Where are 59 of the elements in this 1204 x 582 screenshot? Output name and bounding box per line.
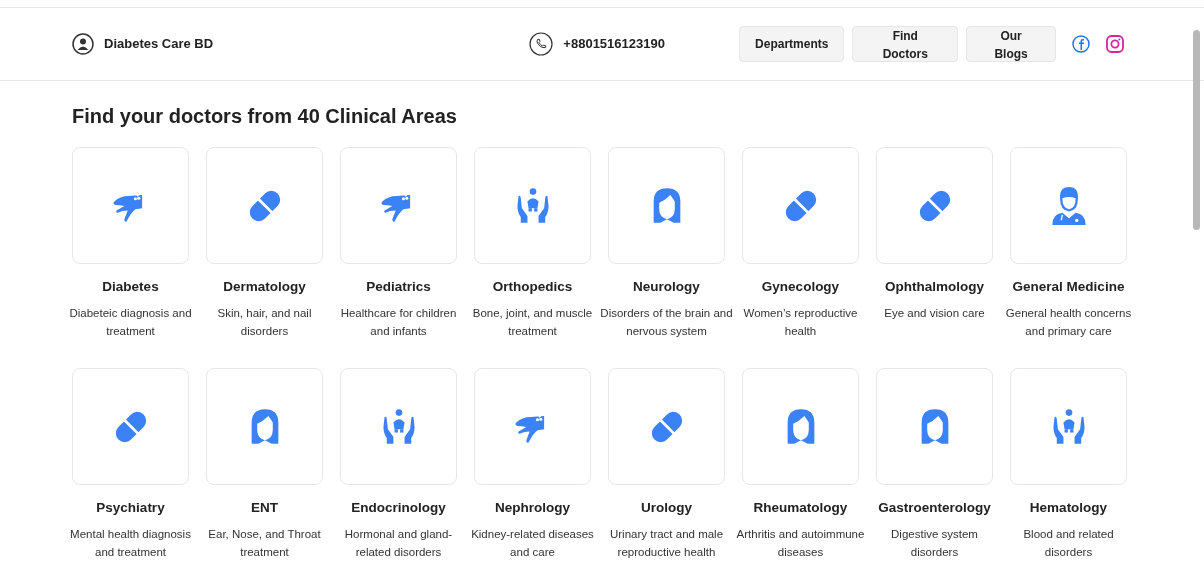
category-card[interactable] xyxy=(206,368,323,485)
category-name: Gynecology xyxy=(761,278,840,296)
category-description: General health concerns and primary care xyxy=(1004,306,1133,339)
category-card[interactable] xyxy=(206,147,323,264)
category-card[interactable] xyxy=(608,368,725,485)
nav-button[interactable]: Our Blogs xyxy=(966,26,1056,62)
user-icon xyxy=(72,33,94,55)
category-name: Endocrinology xyxy=(351,499,446,517)
category-card[interactable] xyxy=(1010,368,1127,485)
category-card[interactable] xyxy=(474,147,591,264)
category-description: Arthritis and autoimmune diseases xyxy=(735,527,866,560)
instagram-icon[interactable] xyxy=(1106,35,1124,53)
phone-icon xyxy=(529,32,554,56)
category-description: Blood and related disorders xyxy=(1022,527,1115,560)
nav-button[interactable]: Departments xyxy=(739,26,845,62)
category-name: ENT xyxy=(251,499,278,517)
category-name: Rheumatology xyxy=(753,499,848,517)
category-card[interactable] xyxy=(340,368,457,485)
category-name: Hematology xyxy=(1029,499,1108,517)
category-description: Hormonal and gland-related disorders xyxy=(343,527,454,560)
category-name: Pediatrics xyxy=(366,278,431,296)
nav-button[interactable]: Find Doctors xyxy=(852,26,959,62)
phone-number[interactable]: +8801516123190 xyxy=(563,34,665,54)
category-description: Bone, joint, and muscle treatment xyxy=(471,306,594,339)
category-card[interactable] xyxy=(72,368,189,485)
category-card[interactable] xyxy=(876,368,993,485)
category-card[interactable] xyxy=(474,368,591,485)
category-description: Kidney-related diseases and care xyxy=(470,527,595,560)
facebook-icon[interactable] xyxy=(1072,35,1090,53)
category-name: Ophthalmology xyxy=(885,278,984,296)
category-card[interactable] xyxy=(608,147,725,264)
category-card[interactable] xyxy=(1010,147,1127,264)
category-name: Nephrology xyxy=(495,499,570,517)
category-name: Neurology xyxy=(633,278,700,296)
category-name: General Medicine xyxy=(1012,278,1125,296)
category-description: Women’s reproductive health xyxy=(742,306,859,339)
scrollbar[interactable] xyxy=(1193,30,1200,230)
category-description: Healthcare for children and infants xyxy=(339,306,458,339)
page-heading: Find your doctors from 40 Clinical Areas xyxy=(72,104,458,129)
category-card[interactable] xyxy=(742,368,859,485)
category-description: Eye and vision care xyxy=(883,306,986,321)
category-card[interactable] xyxy=(72,147,189,264)
category-name: Orthopedics xyxy=(492,278,573,296)
category-card[interactable] xyxy=(340,147,457,264)
category-description: Skin, hair, and nail disorders xyxy=(216,306,313,339)
category-name: Dermatology xyxy=(223,278,306,296)
category-description: Digestive system disorders xyxy=(890,527,979,560)
category-name: Urology xyxy=(641,499,692,517)
category-card[interactable] xyxy=(742,147,859,264)
brand-name[interactable]: Diabetes Care BD xyxy=(104,34,214,54)
category-name: Gastroenterology xyxy=(878,499,991,517)
category-description: Urinary tract and male reproductive health xyxy=(608,527,725,560)
category-name: Psychiatry xyxy=(96,499,165,517)
category-name: Diabetes xyxy=(102,278,159,296)
category-description: Mental health diagnosis and treatment xyxy=(69,527,192,560)
category-description: Ear, Nose, and Throat treatment xyxy=(207,527,322,560)
category-description: Disorders of the brain and nervous system xyxy=(599,306,734,339)
category-card[interactable] xyxy=(876,147,993,264)
category-description: Diabeteic diagnosis and treatment xyxy=(68,306,193,339)
